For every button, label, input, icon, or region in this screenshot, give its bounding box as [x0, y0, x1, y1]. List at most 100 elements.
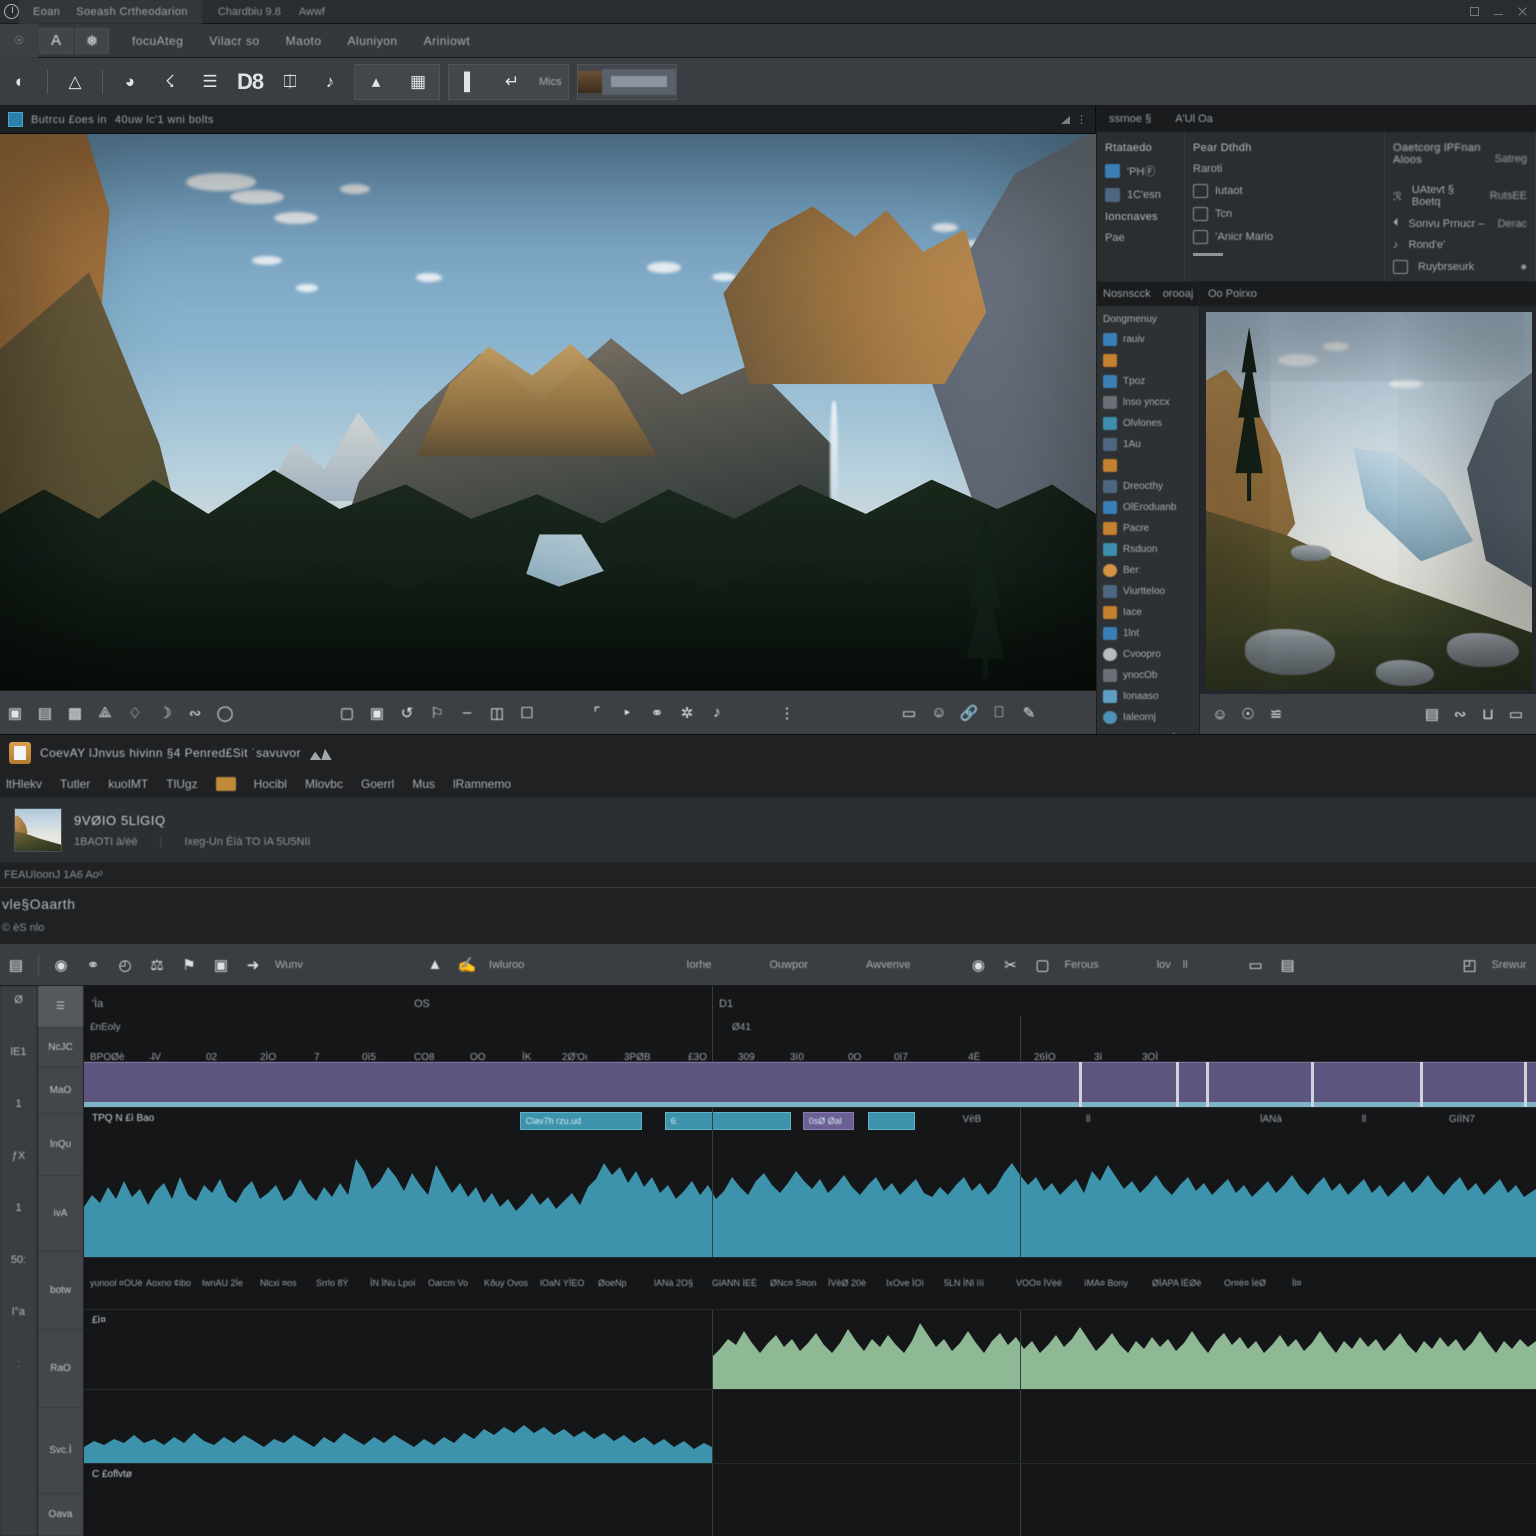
brush-icon[interactable]: ⟁ — [90, 698, 120, 728]
list-item[interactable]: 1Au — [1103, 438, 1193, 451]
rail-label-0[interactable]: Ø — [14, 994, 23, 1006]
media-item-row[interactable]: 9VØIO 5LlGIQ 1BAOTI à/èè | Ixeg-Un Èìà T… — [0, 797, 1536, 863]
list-icon[interactable]: ▤ — [0, 950, 32, 980]
audio-clip[interactable] — [868, 1112, 915, 1130]
clip-cut[interactable] — [1078, 1062, 1082, 1107]
rail-label-1[interactable]: lE1 — [11, 1046, 27, 1058]
timeline-tracks-area[interactable]: 'Ìa OS D1 £nEoly BPOØè ̶lV 02 2ÌO 7 0ì5 … — [84, 986, 1536, 1536]
track-header[interactable]: MaO — [38, 1068, 83, 1114]
snap-icon[interactable]: ◰ — [1454, 950, 1486, 980]
rect-icon[interactable]: ▭ — [894, 698, 924, 728]
pillar-icon[interactable]: ⊔ — [1474, 699, 1502, 729]
transform-icon[interactable]: ⌜ — [582, 698, 612, 728]
track-header[interactable]: lnQu — [38, 1114, 83, 1176]
list-item[interactable]: Ialeornj — [1103, 711, 1193, 724]
person-icon[interactable]: ☺ — [1206, 699, 1234, 729]
curve-icon[interactable]: ∾ — [180, 698, 210, 728]
clip-cut[interactable] — [1310, 1062, 1314, 1107]
media-tab-0[interactable]: Nosnscck — [1103, 288, 1151, 300]
col2-row-3[interactable]: ’Anicr Mario — [1193, 230, 1376, 244]
triangle-icon[interactable]: ▲ — [419, 950, 451, 980]
loop-icon[interactable]: ↺ — [392, 698, 422, 728]
track-header[interactable]: Svc.Ì — [38, 1408, 83, 1494]
dash-icon[interactable]: – — [452, 698, 482, 728]
target-icon[interactable]: ◉ — [962, 950, 994, 980]
list-item[interactable] — [1103, 354, 1193, 367]
media-page-icon[interactable]: ◐ — [5, 65, 35, 99]
type-tool-icon[interactable]: A — [39, 27, 73, 54]
dot-icon[interactable]: ‣ — [612, 698, 642, 728]
cut-page-icon[interactable]: △ — [60, 65, 90, 99]
panel-icon[interactable]: ▤ — [1272, 950, 1304, 980]
col3-row-2[interactable]: ♪ Rond'e' — [1393, 239, 1527, 251]
col1-row-0[interactable]: 'PHⒻ — [1105, 163, 1176, 179]
folder-chip-icon[interactable] — [215, 777, 236, 791]
window2-menu-7[interactable]: Mus — [412, 777, 435, 791]
link-icon[interactable]: 🔗 — [954, 698, 984, 728]
droplet-icon[interactable]: ♢ — [120, 698, 150, 728]
video-track[interactable] — [84, 1062, 1536, 1108]
flag-icon[interactable]: ⚐ — [422, 698, 452, 728]
fairlight-page-icon[interactable]: ♪ — [315, 65, 345, 99]
video-clip[interactable] — [84, 1062, 1536, 1107]
timeline-ruler[interactable]: 'Ìa OS D1 £nEoly BPOØè ̶lV 02 2ÌO 7 0ì5 … — [84, 986, 1536, 1063]
arrow-icon[interactable]: ➜ — [237, 950, 269, 980]
db-label-icon[interactable]: D8 — [235, 65, 265, 99]
clip-thumbnail[interactable] — [577, 70, 602, 93]
grab-still-icon[interactable]: ▣ — [0, 698, 30, 728]
menu-item-4[interactable]: Ariniowt — [424, 34, 471, 48]
tab-alt[interactable]: A'Ul Oa — [1175, 113, 1213, 125]
list-item[interactable]: Pacre — [1103, 522, 1193, 535]
list-item[interactable]: Ionaaso — [1103, 690, 1193, 703]
track-header[interactable]: ivA — [38, 1176, 83, 1252]
split-icon[interactable]: ◫ — [482, 698, 512, 728]
rail-label-3[interactable]: ƒX — [12, 1150, 25, 1162]
circle-icon[interactable]: ◯ — [210, 698, 240, 728]
moon-icon[interactable]: ☽ — [150, 698, 180, 728]
close-button[interactable] — [1515, 4, 1530, 19]
list-item[interactable]: Cvoopro — [1103, 648, 1193, 661]
list-item[interactable]: Tpoz — [1103, 375, 1193, 388]
curve-icon[interactable]: ∾ — [1446, 699, 1474, 729]
node-tool-icon[interactable]: ❅ — [75, 27, 109, 54]
audio-track-1[interactable]: TPQ N £ì Bao Clav7h rzu.ud 6ː 0sØ Øal Vè… — [84, 1108, 1536, 1258]
bar-icon[interactable]: ⋮ — [772, 698, 802, 728]
tag-icon[interactable]: ⎕ — [984, 698, 1014, 728]
rail-label-5[interactable]: 50ː — [11, 1254, 26, 1266]
clip-cut[interactable] — [1524, 1062, 1528, 1107]
rail-label-7[interactable]: ː — [17, 1358, 20, 1370]
sort-icon[interactable]: ↵ — [497, 65, 527, 99]
track-header[interactable]: botw — [38, 1252, 83, 1330]
person-icon[interactable]: ☺ — [924, 698, 954, 728]
window2-menu-4[interactable]: Hocibl — [254, 777, 287, 791]
audio-track-2[interactable]: £ì¤ — [84, 1310, 1536, 1390]
audio-clip[interactable]: Clav7h rzu.ud — [519, 1112, 642, 1130]
audio-clip[interactable]: 0sØ Øal — [802, 1112, 854, 1130]
col2-row-1[interactable]: Iutaot — [1193, 184, 1376, 198]
window2-menu-8[interactable]: lRamnemo — [453, 777, 511, 791]
edit-page-icon[interactable]: ◕ — [115, 65, 145, 99]
list-item[interactable]: Viurtteloo — [1103, 585, 1193, 598]
box-icon[interactable]: ☐ — [512, 698, 542, 728]
project-tab[interactable]: Eoan Soeash Crtheodarion — [19, 0, 202, 24]
scissors-icon[interactable]: ✂ — [994, 950, 1026, 980]
track-header-video-icon[interactable]: ☰ — [38, 986, 83, 1028]
frame-a-icon[interactable]: ▢ — [332, 698, 362, 728]
ruler-icon[interactable]: ▌ — [455, 65, 485, 99]
frame-icon[interactable]: ▤ — [1418, 699, 1446, 729]
rect-icon[interactable]: ▭ — [1240, 950, 1272, 980]
tab-settings[interactable]: ssrnoe § — [1109, 113, 1151, 125]
col3-row-3[interactable]: Ruybrseurk ● — [1393, 260, 1527, 274]
window2-menu-6[interactable]: Goerrl — [361, 777, 394, 791]
globe-icon[interactable]: ☉ — [1234, 699, 1262, 729]
chart-icon[interactable]: ▩ — [60, 698, 90, 728]
window2-menu-1[interactable]: Tutler — [60, 777, 90, 791]
track-header[interactable]: Oava — [38, 1494, 83, 1536]
flag-icon[interactable]: ⚑ — [173, 950, 205, 980]
list-item[interactable]: Rsduon — [1103, 543, 1193, 556]
marker-icon[interactable]: ⚖ — [141, 950, 173, 980]
pin-icon[interactable]: ⚭ — [642, 698, 672, 728]
col2-row-0[interactable]: Raroti — [1193, 163, 1376, 175]
rail-label-6[interactable]: l°a — [12, 1306, 25, 1318]
link-icon[interactable]: ⚭ — [77, 950, 109, 980]
